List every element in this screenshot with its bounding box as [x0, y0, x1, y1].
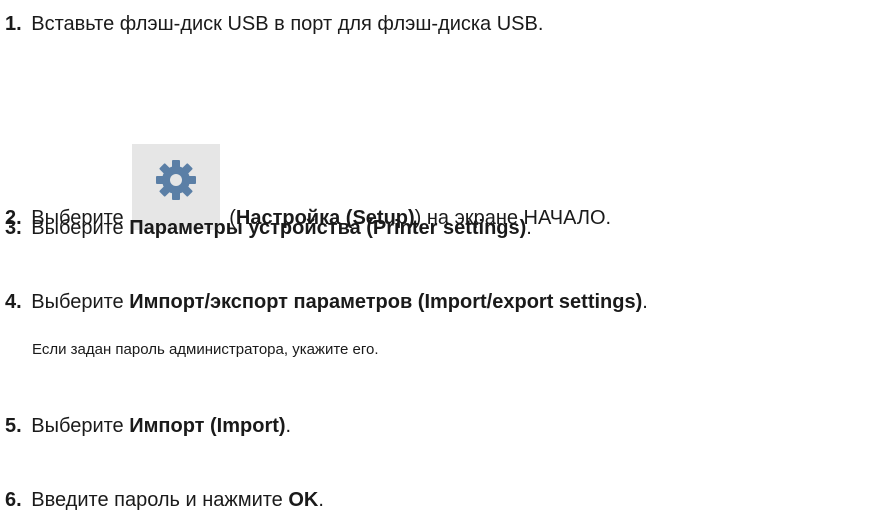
step-number: 3. — [5, 217, 22, 239]
step-text-after: . — [318, 489, 324, 511]
step-4-note: Если задан пароль администратора, укажит… — [32, 341, 379, 358]
gear-icon — [155, 160, 196, 200]
step-number: 4. — [5, 291, 22, 313]
step-option-name: Импорт/экспорт параметров (Import/export… — [129, 291, 643, 313]
step-text: Вставьте флэш-диск USB в порт для флэш-д… — [31, 13, 544, 35]
step-option-name: OK — [288, 489, 319, 511]
step-number: 1. — [5, 13, 22, 35]
step-text-after: . — [285, 415, 292, 437]
step-3: 3. Выберите Параметры устройства (Printe… — [5, 216, 532, 240]
step-number: 5. — [5, 415, 22, 437]
step-1: 1. Вставьте флэш-диск USB в порт для флэ… — [5, 12, 543, 36]
step-text-before: Выберите — [31, 217, 130, 239]
step-text-before: Выберите — [31, 291, 130, 313]
step-text-before: Выберите — [31, 415, 130, 437]
step-option-name: Импорт (Import) — [129, 415, 286, 437]
step-text-after: . — [642, 291, 648, 313]
step-text-after: . — [526, 217, 532, 239]
step-4: 4. Выберите Импорт/экспорт параметров (I… — [5, 290, 648, 314]
step-6: 6. Введите пароль и нажмите OK. — [5, 488, 324, 512]
step-option-name: Параметры устройства (Printer settings) — [129, 217, 527, 239]
step-number: 6. — [5, 489, 22, 511]
step-5: 5. Выберите Импорт (Import). — [5, 414, 291, 438]
step-text-before: Введите пароль и нажмите — [31, 489, 289, 511]
